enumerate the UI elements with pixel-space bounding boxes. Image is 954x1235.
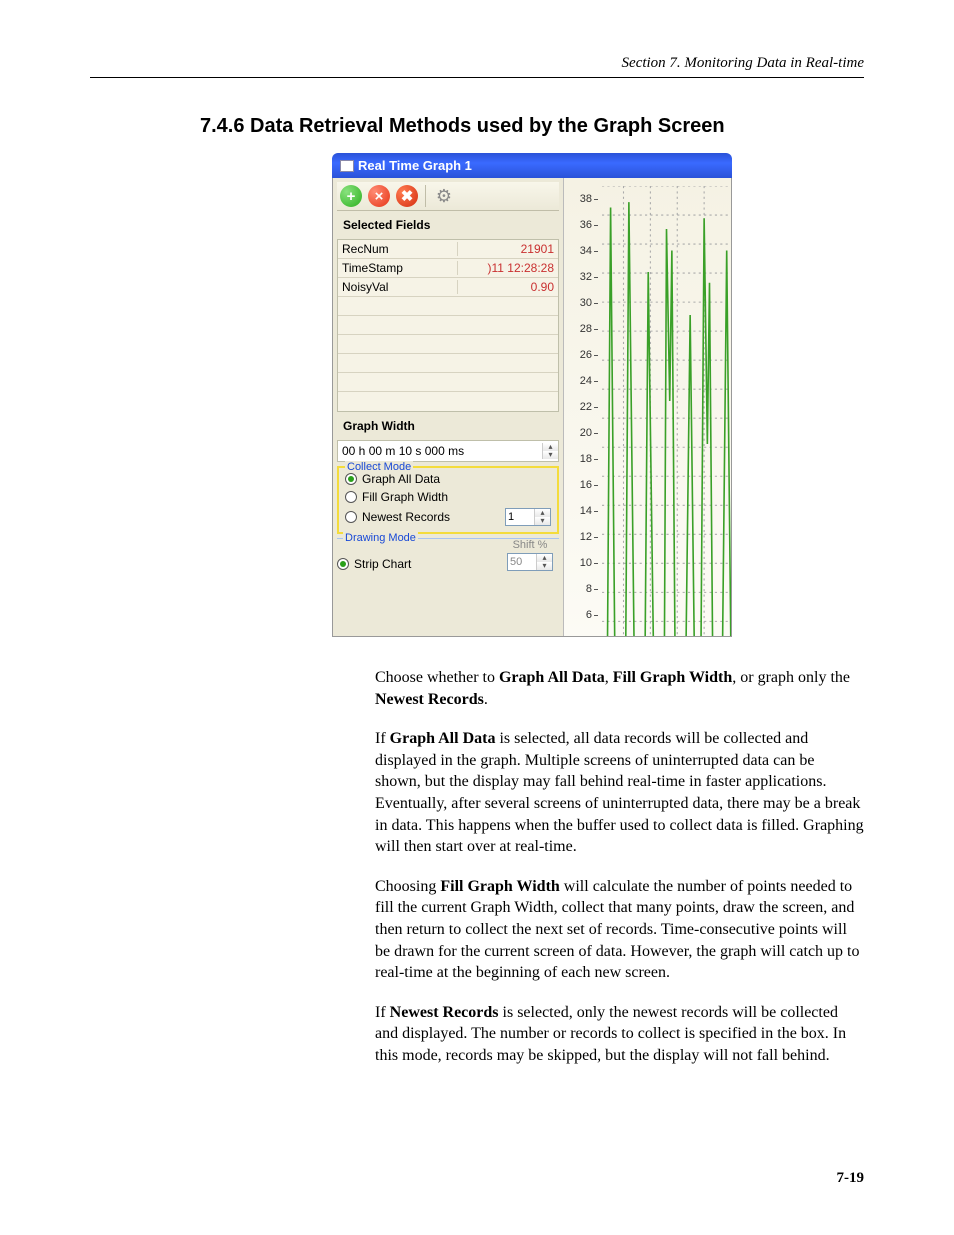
paragraph-1: Choose whether to Graph All Data, Fill G…	[375, 667, 864, 710]
field-row[interactable]: RecNum21901	[338, 240, 558, 259]
add-icon[interactable]: +	[339, 184, 363, 208]
radio-newest-label: Newest Records	[362, 510, 450, 524]
section-heading: 7.4.6 Data Retrieval Methods used by the…	[200, 115, 864, 138]
radio-graph-all[interactable]	[345, 473, 357, 485]
section-label: Section 7. Monitoring Data in Real-time	[622, 55, 864, 71]
field-row[interactable]: NoisyVal0.90	[338, 278, 558, 297]
field-row[interactable]: TimeStamp)11 12:28:28	[338, 259, 558, 278]
paragraph-2: If Graph All Data is selected, all data …	[375, 728, 864, 858]
collect-mode-legend: Collect Mode	[345, 461, 413, 473]
radio-graph-all-label: Graph All Data	[362, 472, 440, 486]
collect-mode-group: Collect Mode Graph All Data Fill Graph W…	[337, 466, 559, 534]
toolbar-separator	[425, 185, 426, 207]
paragraph-4: If Newest Records is selected, only the …	[375, 1002, 864, 1067]
window-title: Real Time Graph 1	[358, 158, 472, 173]
page-number: 7-19	[837, 1170, 865, 1187]
app-screenshot: Real Time Graph 1 + × ✖ ⚙ Selected Field…	[332, 153, 732, 637]
page-header: Section 7. Monitoring Data in Real-time	[90, 55, 864, 78]
newest-records-input[interactable]: ▴▾	[505, 508, 551, 526]
graph-width-spinner[interactable]: ▴▾	[542, 443, 558, 459]
window-titlebar[interactable]: Real Time Graph 1	[332, 153, 732, 178]
remove-icon[interactable]: ×	[367, 184, 391, 208]
field-row[interactable]	[338, 297, 558, 316]
radio-fill-width-label: Fill Graph Width	[362, 490, 448, 504]
shift-input[interactable]: ▴▾	[507, 553, 553, 571]
field-row[interactable]	[338, 316, 558, 335]
chart-lines	[602, 186, 731, 636]
remove-all-icon[interactable]: ✖	[395, 184, 419, 208]
field-row[interactable]	[338, 392, 558, 411]
radio-fill-width[interactable]	[345, 491, 357, 503]
paragraph-3: Choosing Fill Graph Width will calculate…	[375, 876, 864, 984]
field-row[interactable]	[338, 354, 558, 373]
drawing-mode-group: Drawing Mode Shift % ▴▾ Strip Chart	[337, 538, 559, 589]
graph-width-value[interactable]	[338, 441, 542, 461]
settings-icon[interactable]: ⚙	[432, 184, 456, 208]
fields-grid: RecNum21901 TimeStamp)11 12:28:28 NoisyV…	[337, 239, 559, 412]
selected-fields-header: Selected Fields	[337, 215, 559, 235]
graph-width-input[interactable]: ▴▾	[337, 440, 559, 462]
toolbar: + × ✖ ⚙	[337, 182, 559, 211]
chart-area: 38 36 34 32 30 28 26 24 22 20 18 16 14 1…	[563, 178, 731, 636]
radio-newest[interactable]	[345, 511, 357, 523]
shift-label: Shift %	[507, 539, 553, 551]
field-row[interactable]	[338, 335, 558, 354]
radio-strip-chart-label: Strip Chart	[354, 557, 411, 571]
graph-width-header: Graph Width	[337, 416, 559, 436]
field-row[interactable]	[338, 373, 558, 392]
body-text: Choose whether to Graph All Data, Fill G…	[375, 667, 864, 1067]
window-icon	[340, 160, 354, 172]
radio-strip-chart[interactable]	[337, 558, 349, 570]
drawing-mode-legend: Drawing Mode	[343, 532, 418, 544]
